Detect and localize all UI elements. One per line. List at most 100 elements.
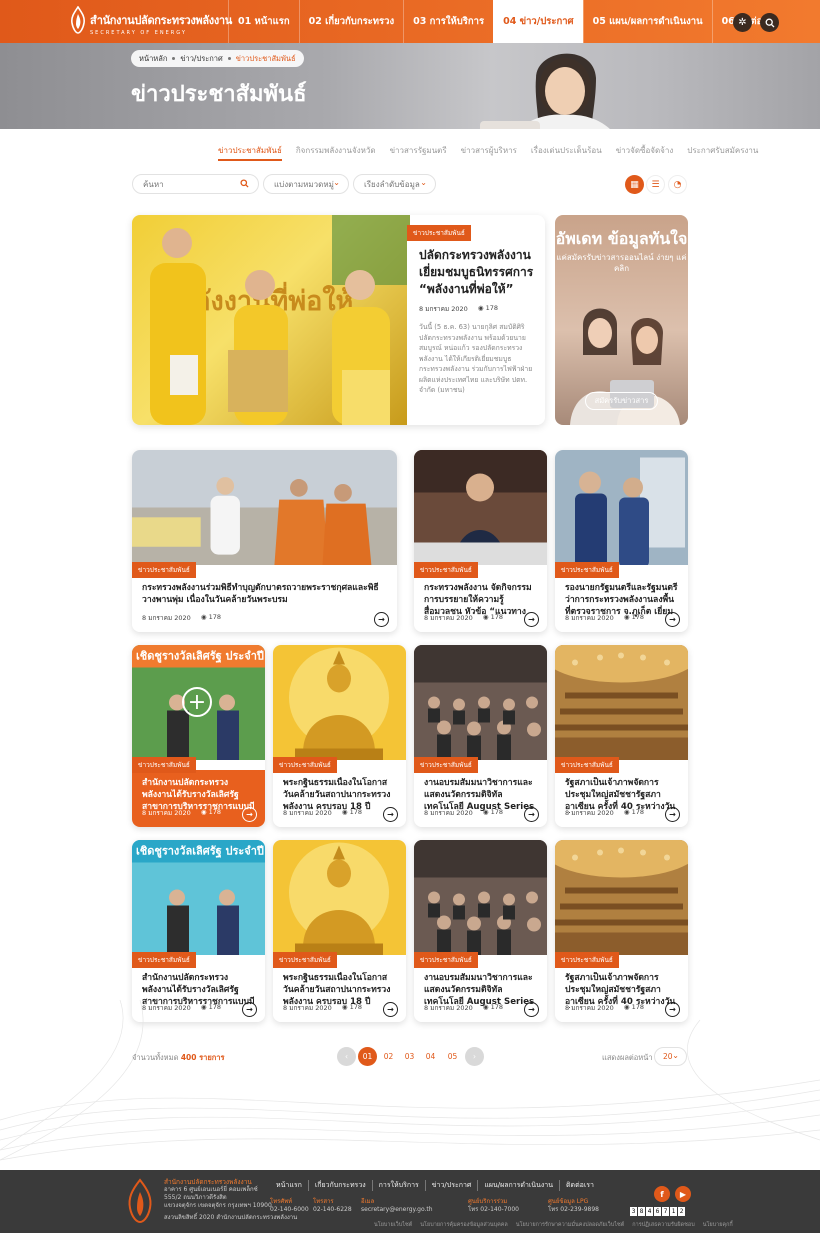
search-input[interactable]: ค้นหา xyxy=(132,174,259,194)
news-card-photo xyxy=(555,645,688,760)
subtab-jobs[interactable]: ประกาศรับสมัครงาน xyxy=(687,144,758,161)
rss-icon[interactable]: ◔ xyxy=(668,175,687,194)
footer-service-center: ศูนย์บริการร่วม โทร 02-140-7000 xyxy=(468,1198,519,1214)
list-view-icon[interactable]: ☰ xyxy=(646,175,665,194)
energy-flame-logo[interactable] xyxy=(68,6,88,34)
policy-link[interactable]: นโยบายคุกกี้ xyxy=(703,1221,733,1229)
news-card[interactable]: ข่าวประชาสัมพันธ์ รองนายกรัฐมนตรีและรัฐมน… xyxy=(555,450,688,632)
subscribe-promo[interactable]: อัพเดท ข้อมูลทันใจ แค่สมัครรับข่าวสารออน… xyxy=(555,215,688,425)
footer-nav-news[interactable]: ข่าว/ประกาศ xyxy=(424,1180,478,1191)
contact-value[interactable]: secretary@energy.go.th xyxy=(361,1206,433,1214)
contact-key: อีเมล xyxy=(361,1198,375,1205)
news-tag: ข่าวประชาสัมพันธ์ xyxy=(414,952,478,968)
sort-select[interactable]: เรียงลำดับข้อมูล ⌄ xyxy=(353,174,436,194)
contact-value[interactable]: 02-140-6000 xyxy=(270,1206,309,1214)
news-date: 8 มกราคม 2020 xyxy=(419,305,468,313)
footer-nav-services[interactable]: การให้บริการ xyxy=(371,1180,425,1191)
news-card[interactable]: ข่าวประชาสัมพันธ์ งานอบรมสัมมนาวิชาการและ… xyxy=(414,840,547,1022)
news-card[interactable]: เชิดชูรางวัลเลิศรัฐ ประจำปี ข่าวประชาสัมพ… xyxy=(132,840,265,1022)
facebook-icon[interactable]: f xyxy=(654,1186,670,1202)
page-button[interactable]: 01 xyxy=(358,1047,377,1066)
news-card[interactable]: ข่าวประชาสัมพันธ์ กระทรวงพลังงานร่วมพิธีท… xyxy=(132,450,397,632)
footer-nav-contact[interactable]: ติดต่อเรา xyxy=(559,1180,600,1191)
counter-digit: 6 xyxy=(654,1207,661,1216)
views-value: 178 xyxy=(208,613,221,621)
arrow-right-icon[interactable]: → xyxy=(665,612,680,627)
footer-nav-about[interactable]: เกี่ยวกับกระทรวง xyxy=(307,1180,372,1191)
page-button[interactable]: 03 xyxy=(400,1047,419,1066)
subtab-procurement[interactable]: ข่าวจัดซื้อจัดจ้าง xyxy=(616,144,674,161)
nav-about[interactable]: 02 เกี่ยวกับกระทรวง xyxy=(298,0,404,43)
news-tag: ข่าวประชาสัมพันธ์ xyxy=(132,757,196,773)
plus-icon[interactable]: + xyxy=(182,687,212,717)
news-date: 8 มกราคม 2020 xyxy=(424,809,473,817)
breadcrumb-home[interactable]: หน้าหลัก xyxy=(139,53,167,65)
news-card[interactable]: ข่าวประชาสัมพันธ์ พระกฐินธรรมเนื่องในโอกา… xyxy=(273,645,406,827)
news-card[interactable]: เชิดชูรางวัลเลิศรัฐ ประจำปี + ข่าวประชาสัม… xyxy=(132,645,265,827)
page-button[interactable]: 02 xyxy=(379,1047,398,1066)
nav-home[interactable]: 01 หน้าแรก xyxy=(228,0,299,43)
org-name[interactable]: สำนักงานปลัดกระทรวงพลังงาน SECRETARY OF … xyxy=(90,11,232,36)
views-count: ◉ 178 xyxy=(483,808,503,818)
next-page-button[interactable]: › xyxy=(465,1047,484,1066)
footer-nav-home[interactable]: หน้าแรก xyxy=(270,1180,308,1191)
nav-plans[interactable]: 05 แผน/ผลการดำเนินงาน xyxy=(582,0,712,43)
total-count: จำนวนทั้งหมด 400 รายการ xyxy=(132,1052,225,1064)
prev-page-button[interactable]: ‹ xyxy=(337,1047,356,1066)
featured-news-title[interactable]: ปลัดกระทรวงพลังงาน เยี่ยมชมบูธนิทรรศการ … xyxy=(419,247,535,298)
breadcrumb: หน้าหลัก ข่าว/ประกาศ ข่าวประชาสัมพันธ์ xyxy=(131,50,304,67)
subtab-executive-news[interactable]: ข่าวสารผู้บริหาร xyxy=(461,144,517,161)
card-photo-text: เชิดชูรางวัลเลิศรัฐ ประจำปี xyxy=(136,650,264,664)
subtab-provincial-activities[interactable]: กิจกรรมพลังงานจังหวัด xyxy=(296,144,376,161)
subtab-minister-news[interactable]: ข่าวสารรัฐมนตรี xyxy=(390,144,447,161)
footer-email: อีเมล secretary@energy.go.th xyxy=(361,1198,433,1214)
grid-view-icon[interactable]: ▦ xyxy=(625,175,644,194)
subtab-hot-issues[interactable]: เรื่องเด่นประเด็นร้อน xyxy=(531,144,602,161)
footer-nav-plans[interactable]: แผน/ผลการดำเนินงาน xyxy=(477,1180,559,1191)
contact-value[interactable]: โทร 02-239-9898 xyxy=(548,1206,599,1214)
subscribe-button[interactable]: สมัครรับข่าวสาร xyxy=(585,392,658,410)
arrow-right-icon[interactable]: → xyxy=(524,612,539,627)
news-card[interactable]: ข่าวประชาสัมพันธ์ พระกฐินธรรมเนื่องในโอกา… xyxy=(273,840,406,1022)
subtab-pr-news[interactable]: ข่าวประชาสัมพันธ์ xyxy=(218,144,282,161)
footer-flame-logo[interactable] xyxy=(126,1178,154,1224)
counter-digit: 3 xyxy=(630,1207,637,1216)
news-date: 8 มกราคม 2020 xyxy=(565,809,614,817)
arrow-right-icon[interactable]: → xyxy=(374,612,389,627)
news-card[interactable]: ข่าวประชาสัมพันธ์ รัฐสภาเป็นเจ้าภาพจัดการ… xyxy=(555,840,688,1022)
page-button[interactable]: 05 xyxy=(443,1047,462,1066)
views-count: ◉ 178 xyxy=(483,613,503,623)
nav-services[interactable]: 03 การให้บริการ xyxy=(403,0,493,43)
policy-link[interactable]: นโยบายการคุ้มครองข้อมูลส่วนบุคคล xyxy=(420,1221,508,1229)
news-card-body: ข่าวประชาสัมพันธ์ กระทรวงพลังงานร่วมพิธีท… xyxy=(132,562,397,632)
policy-link[interactable]: นโยบายการรักษาความมั่นคงปลอดภัยเว็บไซต์ xyxy=(516,1221,624,1229)
arrow-right-icon[interactable]: → xyxy=(665,807,680,822)
accessibility-icon[interactable]: ✲ xyxy=(733,13,752,32)
breadcrumb-news[interactable]: ข่าว/ประกาศ xyxy=(180,53,222,65)
contact-key: โทรสาร xyxy=(313,1198,334,1205)
page-button[interactable]: 04 xyxy=(421,1047,440,1066)
search-icon[interactable] xyxy=(240,179,249,191)
category-select[interactable]: แบ่งตามหมวดหมู่ ⌄ xyxy=(263,174,349,194)
policy-link[interactable]: นโยบายเว็บไซต์ xyxy=(374,1221,412,1229)
news-card[interactable]: ข่าวประชาสัมพันธ์ รัฐสภาเป็นเจ้าภาพจัดการ… xyxy=(555,645,688,827)
featured-news[interactable]: ลังงานที่พ่อให้ ข่าวประชาสัมพันธ์ ปลัดกร… xyxy=(132,215,545,425)
news-card[interactable]: ข่าวประชาสัมพันธ์ งานอบรมสัมมนาวิชาการและ… xyxy=(414,645,547,827)
news-tag: ข่าวประชาสัมพันธ์ xyxy=(555,562,619,578)
contact-key: โทรศัพท์ xyxy=(270,1198,293,1205)
contact-value[interactable]: โทร 02-140-7000 xyxy=(468,1206,519,1214)
news-meta: 8 มกราคม 2020 ◉ 178 xyxy=(142,613,221,623)
counter-digit: 7 xyxy=(662,1207,669,1216)
youtube-icon[interactable]: ▶ xyxy=(675,1186,691,1202)
org-name-en: SECRETARY OF ENERGY xyxy=(90,30,187,36)
policy-link[interactable]: การปฏิเสธความรับผิดชอบ xyxy=(632,1221,694,1229)
per-page-select[interactable]: 20 ⌄ xyxy=(654,1047,687,1066)
news-date: 8 มกราคม 2020 xyxy=(142,809,191,817)
search-icon[interactable] xyxy=(760,13,779,32)
arrow-right-icon[interactable]: → xyxy=(242,807,257,822)
news-tag: ข่าวประชาสัมพันธ์ xyxy=(407,225,471,241)
arrow-right-icon[interactable]: → xyxy=(383,807,398,822)
news-card[interactable]: ข่าวประชาสัมพันธ์ กระทรวงพลังงาน จัดกิจกร… xyxy=(414,450,547,632)
nav-news[interactable]: 04 ข่าว/ประกาศ xyxy=(493,0,583,43)
arrow-right-icon[interactable]: → xyxy=(524,807,539,822)
